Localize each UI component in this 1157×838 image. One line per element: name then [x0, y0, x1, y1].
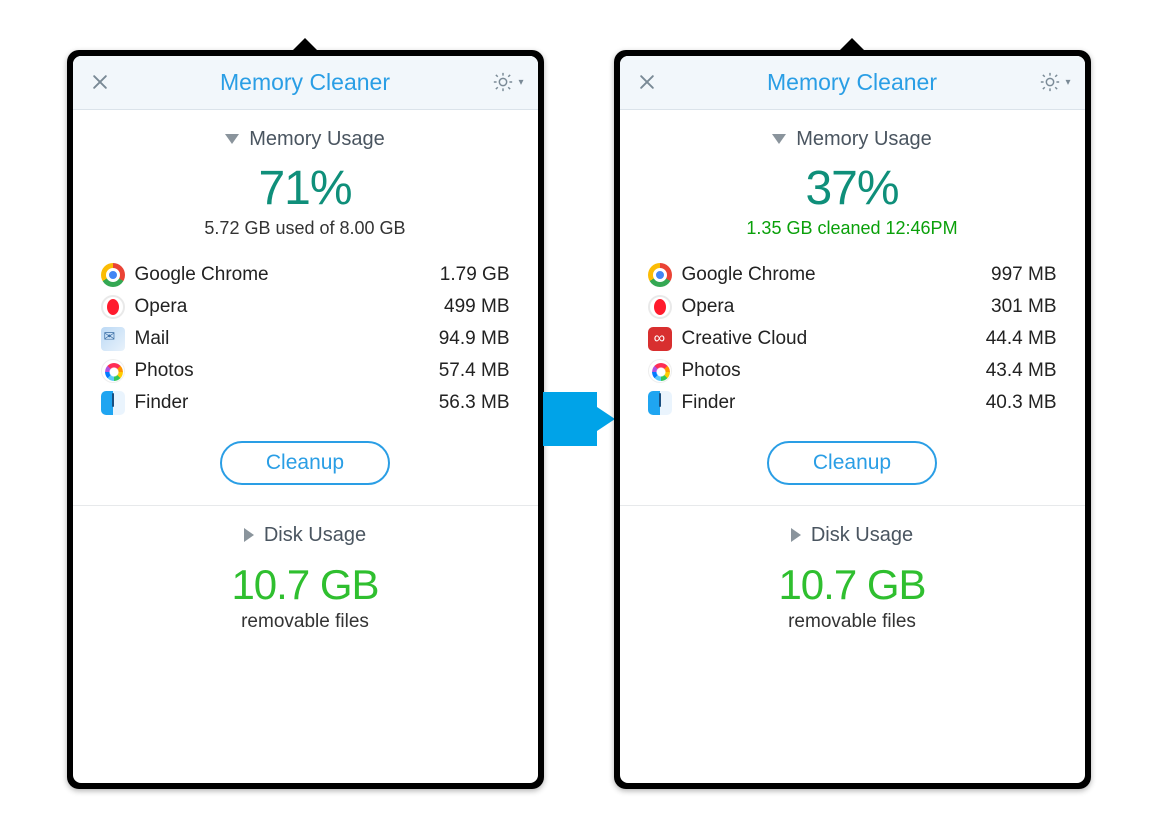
close-icon — [640, 75, 654, 89]
memory-section: Memory Usage 37% 1.35 GB cleaned 12:46PM… — [620, 110, 1085, 505]
disk-removable-label: removable files — [101, 611, 510, 633]
memory-section-header[interactable]: Memory Usage — [101, 128, 510, 151]
process-name: Finder — [682, 392, 736, 414]
finder-icon — [648, 391, 672, 415]
memory-subline: 5.72 GB used of 8.00 GB — [101, 218, 510, 239]
mail-icon — [101, 327, 125, 351]
process-name: Google Chrome — [682, 264, 816, 286]
window-before: Memory Cleaner ▾ Memory Usage 71% 5.72 G… — [67, 50, 544, 789]
opera-icon — [101, 295, 125, 319]
chevron-down-icon — [772, 134, 786, 144]
memory-percent: 37% — [648, 161, 1057, 216]
process-row: Opera 301 MB — [648, 291, 1057, 323]
process-row: Finder 40.3 MB — [648, 387, 1057, 419]
titlebar: Memory Cleaner ▾ — [620, 56, 1085, 110]
process-name: Opera — [682, 296, 735, 318]
gear-icon — [492, 71, 514, 93]
process-size: 94.9 MB — [439, 328, 510, 350]
process-name: Google Chrome — [135, 264, 269, 286]
disk-section-header[interactable]: Disk Usage — [101, 524, 510, 547]
disk-section: Disk Usage 10.7 GB removable files — [73, 506, 538, 653]
process-size: 43.4 MB — [986, 360, 1057, 382]
process-size: 40.3 MB — [986, 392, 1057, 414]
process-name: Finder — [135, 392, 189, 414]
process-size: 1.79 GB — [440, 264, 510, 286]
disk-removable-size: 10.7 GB — [648, 561, 1057, 609]
process-size: 57.4 MB — [439, 360, 510, 382]
process-list: Google Chrome 1.79 GB Opera 499 MB Mail 94.9 … — [101, 259, 510, 419]
process-size: 997 MB — [991, 264, 1056, 286]
disk-section: Disk Usage 10.7 GB removable files — [620, 506, 1085, 653]
app-title: Memory Cleaner — [767, 69, 937, 96]
finder-icon — [101, 391, 125, 415]
chevron-right-icon — [791, 528, 801, 542]
disk-section-label: Disk Usage — [264, 524, 366, 547]
close-button[interactable] — [634, 69, 660, 95]
disk-removable-size: 10.7 GB — [101, 561, 510, 609]
chevron-right-icon — [244, 528, 254, 542]
process-row: Finder 56.3 MB — [101, 387, 510, 419]
process-size: 301 MB — [991, 296, 1056, 318]
process-row: Mail 94.9 MB — [101, 323, 510, 355]
chevron-down-icon: ▾ — [518, 77, 523, 88]
memory-section-header[interactable]: Memory Usage — [648, 128, 1057, 151]
chevron-down-icon — [225, 134, 239, 144]
disk-section-header[interactable]: Disk Usage — [648, 524, 1057, 547]
settings-button[interactable]: ▾ — [492, 71, 523, 93]
app-title: Memory Cleaner — [220, 69, 390, 96]
process-row: Creative Cloud 44.4 MB — [648, 323, 1057, 355]
gear-icon — [1039, 71, 1061, 93]
process-row: Photos 43.4 MB — [648, 355, 1057, 387]
process-name: Photos — [682, 360, 741, 382]
disk-removable-label: removable files — [648, 611, 1057, 633]
transition-arrow-icon — [534, 383, 624, 455]
memory-section: Memory Usage 71% 5.72 GB used of 8.00 GB… — [73, 110, 538, 505]
titlebar: Memory Cleaner ▾ — [73, 56, 538, 110]
photos-icon — [648, 359, 672, 383]
process-size: 499 MB — [444, 296, 509, 318]
cleanup-button[interactable]: Cleanup — [220, 441, 390, 485]
process-name: Photos — [135, 360, 194, 382]
memory-subline: 1.35 GB cleaned 12:46PM — [648, 218, 1057, 239]
process-name: Creative Cloud — [682, 328, 808, 350]
settings-button[interactable]: ▾ — [1039, 71, 1070, 93]
close-button[interactable] — [87, 69, 113, 95]
process-size: 56.3 MB — [439, 392, 510, 414]
chevron-down-icon: ▾ — [1065, 77, 1070, 88]
chrome-icon — [101, 263, 125, 287]
memory-section-label: Memory Usage — [796, 128, 932, 151]
process-list: Google Chrome 997 MB Opera 301 MB Creative C… — [648, 259, 1057, 419]
photos-icon — [101, 359, 125, 383]
process-row: Google Chrome 1.79 GB — [101, 259, 510, 291]
memory-section-label: Memory Usage — [249, 128, 385, 151]
process-row: Google Chrome 997 MB — [648, 259, 1057, 291]
cleanup-button[interactable]: Cleanup — [767, 441, 937, 485]
process-name: Opera — [135, 296, 188, 318]
process-name: Mail — [135, 328, 170, 350]
disk-section-label: Disk Usage — [811, 524, 913, 547]
process-size: 44.4 MB — [986, 328, 1057, 350]
process-row: Photos 57.4 MB — [101, 355, 510, 387]
process-row: Opera 499 MB — [101, 291, 510, 323]
memory-percent: 71% — [101, 161, 510, 216]
chrome-icon — [648, 263, 672, 287]
close-icon — [93, 75, 107, 89]
opera-icon — [648, 295, 672, 319]
window-after: Memory Cleaner ▾ Memory Usage 37% 1.35 G… — [614, 50, 1091, 789]
cc-icon — [648, 327, 672, 351]
